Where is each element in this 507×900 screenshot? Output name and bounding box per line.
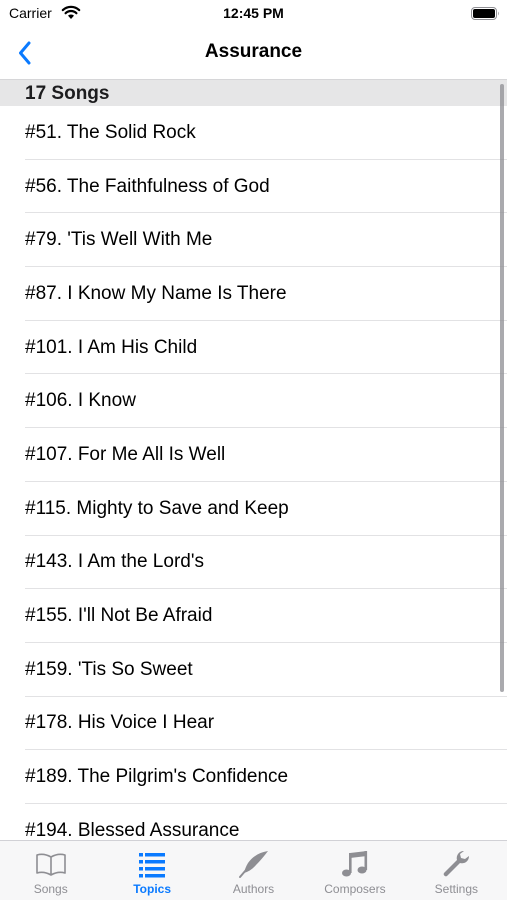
- tab-label: Settings: [434, 882, 478, 896]
- song-title: #178. His Voice I Hear: [25, 712, 215, 734]
- quill-icon: [238, 851, 268, 878]
- song-title: #106. I Know: [25, 390, 136, 412]
- song-title: #143. I Am the Lord's: [25, 551, 204, 573]
- list-item[interactable]: #107. For Me All Is Well: [0, 428, 507, 482]
- navigation-bar: Assurance: [0, 28, 507, 79]
- wrench-icon: [444, 850, 470, 877]
- list-item[interactable]: #87. I Know My Name Is There: [0, 267, 507, 321]
- song-title: #115. Mighty to Save and Keep: [25, 497, 289, 519]
- list-item[interactable]: #143. I Am the Lord's: [0, 536, 507, 590]
- list-item[interactable]: #189. The Pilgrim's Confidence: [0, 750, 507, 804]
- song-title: #56. The Faithfulness of God: [25, 175, 270, 197]
- list-item[interactable]: #178. His Voice I Hear: [0, 697, 507, 751]
- tab-label: Songs: [33, 882, 68, 896]
- tab-songs[interactable]: Songs: [0, 841, 101, 900]
- list-item[interactable]: #56. The Faithfulness of God: [0, 160, 507, 214]
- book-icon: [35, 853, 66, 876]
- song-title: #79. 'Tis Well With Me: [25, 229, 213, 251]
- tab-authors[interactable]: Authors: [203, 841, 304, 900]
- list-item[interactable]: #51. The Solid Rock: [0, 106, 507, 160]
- song-title: #87. I Know My Name Is There: [25, 282, 287, 304]
- song-list[interactable]: 17 Songs #51. The Solid Rock #56. The Fa…: [0, 79, 507, 840]
- song-title: #189. The Pilgrim's Confidence: [25, 766, 289, 788]
- status-time: 12:45 PM: [223, 5, 284, 21]
- song-title: #101. I Am His Child: [25, 336, 198, 358]
- tab-label: Topics: [133, 882, 171, 896]
- scroll-indicator[interactable]: [500, 84, 504, 692]
- status-bar: Carrier 12:45 PM: [0, 0, 507, 28]
- tab-settings[interactable]: Settings: [406, 841, 507, 900]
- tab-label: Authors: [232, 882, 275, 896]
- list-item[interactable]: #159. 'Tis So Sweet: [0, 643, 507, 697]
- song-title: #194. Blessed Assurance: [25, 819, 240, 840]
- music-note-icon: [341, 851, 368, 877]
- list-item[interactable]: #101. I Am His Child: [0, 321, 507, 375]
- list-item[interactable]: #79. 'Tis Well With Me: [0, 213, 507, 267]
- song-title: #107. For Me All Is Well: [25, 443, 226, 465]
- song-title: #159. 'Tis So Sweet: [25, 658, 193, 680]
- tab-bar: Songs Topics Authors Composers Settings: [0, 840, 507, 900]
- tab-composers[interactable]: Composers: [304, 841, 405, 900]
- list-item[interactable]: #115. Mighty to Save and Keep: [0, 482, 507, 536]
- song-title: #155. I'll Not Be Afraid: [25, 605, 213, 627]
- list-icon: [139, 853, 166, 878]
- song-title: #51. The Solid Rock: [25, 121, 196, 143]
- page-title: Assurance: [204, 41, 303, 62]
- battery-icon: [471, 7, 499, 20]
- tab-label: Composers: [324, 882, 386, 896]
- section-header: 17 Songs: [0, 79, 507, 106]
- list-item[interactable]: #155. I'll Not Be Afraid: [0, 589, 507, 643]
- list-item[interactable]: #194. Blessed Assurance: [0, 804, 507, 840]
- list-item[interactable]: #106. I Know: [0, 374, 507, 428]
- tab-topics[interactable]: Topics: [101, 841, 202, 900]
